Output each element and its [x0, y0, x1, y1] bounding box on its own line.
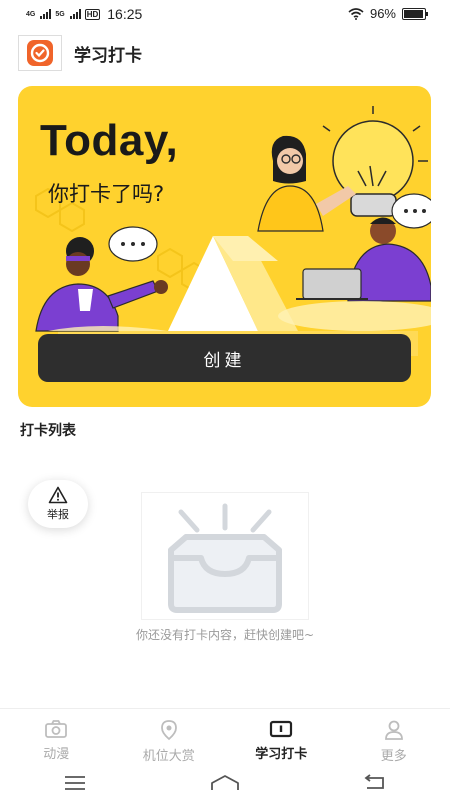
location-pin-icon: [160, 720, 177, 741]
bottom-tab-bar: 动漫 机位大赏 学习打卡 更多: [0, 708, 450, 767]
app-header: 学习打卡: [18, 34, 142, 72]
user-icon: [384, 720, 403, 740]
clock-logo-icon: [18, 35, 62, 71]
signal-icon: [40, 9, 52, 19]
system-nav-bar: [0, 766, 450, 800]
menu-button[interactable]: [45, 771, 105, 795]
home-icon: [211, 775, 239, 790]
hero-banner: Today, 你打卡了吗? 创建: [18, 86, 431, 407]
status-bar: 4G 5G HD 16:25 96%: [0, 0, 450, 28]
camera-icon: [45, 720, 68, 738]
home-button[interactable]: [195, 771, 255, 795]
tab-more[interactable]: 更多: [338, 709, 450, 767]
tab-label: 动漫: [43, 747, 70, 762]
network-5g-label: 5G: [55, 10, 65, 18]
section-title: 打卡列表: [20, 423, 76, 439]
banner-title: Today,: [40, 116, 179, 165]
signal-icon-2: [69, 9, 81, 19]
back-button[interactable]: [345, 771, 405, 795]
wifi-icon: [348, 7, 364, 20]
tab-study-checkin[interactable]: 学习打卡: [225, 709, 338, 767]
warning-icon: [48, 486, 68, 504]
alert-box-icon: [270, 720, 293, 738]
empty-inbox-icon: [141, 492, 309, 620]
banner-subtitle: 你打卡了吗?: [48, 182, 165, 206]
tab-label: 机位大赏: [142, 749, 195, 764]
menu-icon: [65, 776, 85, 790]
hd-badge: HD: [84, 8, 101, 20]
tab-label: 更多: [380, 749, 407, 764]
create-button[interactable]: 创建: [38, 334, 411, 382]
network-4g-label: 4G: [26, 10, 36, 18]
back-icon: [364, 774, 384, 789]
tab-spots[interactable]: 机位大赏: [113, 709, 226, 767]
report-button[interactable]: 举报: [28, 480, 88, 528]
tab-label: 学习打卡: [255, 747, 308, 762]
battery-icon: [402, 7, 428, 20]
battery-percent: 96%: [369, 6, 396, 21]
empty-state-text: 你还没有打卡内容，赶快创建吧~: [135, 628, 315, 642]
tab-anime[interactable]: 动漫: [0, 709, 113, 767]
page-title: 学习打卡: [74, 45, 142, 66]
report-label: 举报: [47, 508, 69, 521]
clock-time: 16:25: [107, 6, 143, 22]
